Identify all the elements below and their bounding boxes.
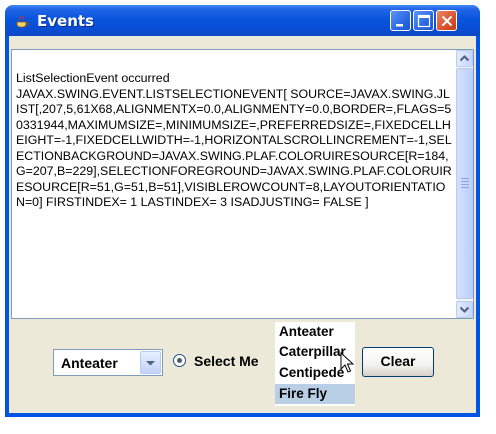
- select-me-label[interactable]: Select Me: [194, 353, 259, 369]
- content-pane: ListSelectionEvent occurred JAVAX.SWING.…: [9, 36, 476, 413]
- scroll-down-button[interactable]: [456, 301, 473, 318]
- mouse-pointer-icon: [340, 352, 354, 373]
- minimize-button[interactable]: [390, 10, 411, 31]
- select-me-radio[interactable]: [173, 354, 186, 367]
- grip-line: [461, 184, 469, 185]
- clear-button[interactable]: Clear: [362, 347, 434, 377]
- animal-combobox[interactable]: Anteater: [53, 349, 163, 376]
- combobox-value: Anteater: [61, 355, 118, 371]
- list-item-selected[interactable]: Fire Fly: [275, 384, 355, 404]
- event-log-text: ListSelectionEvent occurred JAVAX.SWING.…: [16, 71, 452, 211]
- minimize-icon: [396, 24, 403, 27]
- event-log-body: JAVAX.SWING.EVENT.LISTSELECTIONEVENT[ SO…: [16, 86, 452, 210]
- title-bar[interactable]: Events: [5, 5, 480, 36]
- window-title: Events: [37, 12, 94, 30]
- grip-line: [461, 181, 469, 182]
- scroll-thumb[interactable]: [456, 68, 473, 299]
- chevron-down-icon: [146, 361, 155, 366]
- close-button[interactable]: [436, 10, 457, 31]
- grip-line: [461, 178, 469, 179]
- events-window: Events ListSelectionEvent occurred JAVAX…: [5, 5, 480, 417]
- arrow-up-icon: [459, 55, 470, 62]
- java-cup-icon: [14, 13, 30, 29]
- grip-line: [461, 187, 469, 188]
- list-item[interactable]: Anteater: [275, 322, 355, 342]
- maximize-icon: [417, 14, 431, 28]
- combobox-dropdown-button[interactable]: [140, 351, 161, 374]
- vertical-scrollbar[interactable]: [456, 50, 473, 318]
- event-log-heading: ListSelectionEvent occurred: [16, 71, 170, 85]
- scroll-up-button[interactable]: [456, 50, 473, 67]
- event-log-textarea[interactable]: ListSelectionEvent occurred JAVAX.SWING.…: [11, 49, 474, 319]
- close-icon: [441, 15, 453, 27]
- arrow-down-icon: [459, 306, 470, 313]
- radio-dot: [177, 358, 182, 363]
- maximize-button[interactable]: [413, 10, 434, 31]
